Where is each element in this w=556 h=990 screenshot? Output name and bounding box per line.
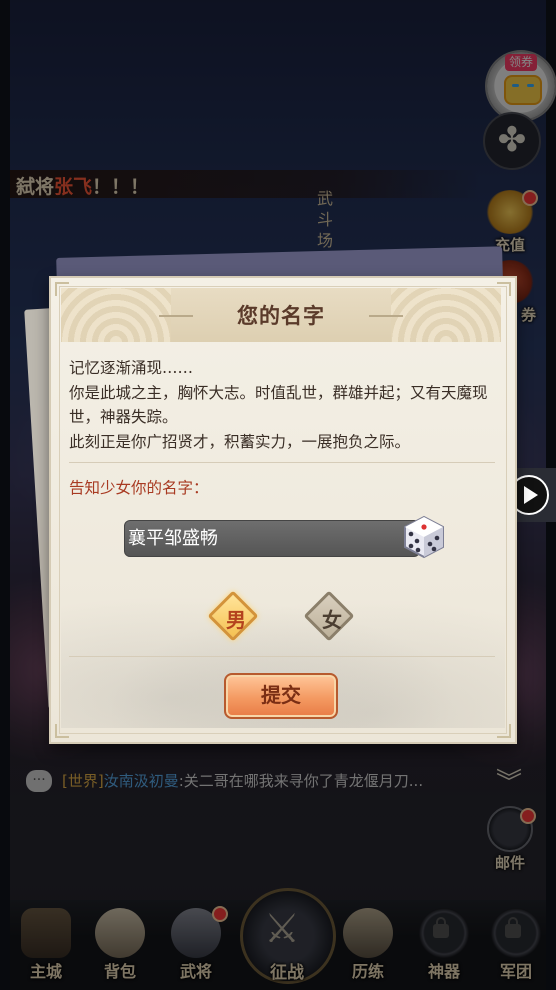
divider xyxy=(69,462,495,463)
submit-button[interactable]: 提交 xyxy=(224,673,338,719)
gender-male-button[interactable]: 男 xyxy=(207,590,259,642)
name-prompt: 告知少女你的名字： xyxy=(69,479,209,497)
dice-icon[interactable] xyxy=(401,514,447,560)
name-input[interactable] xyxy=(124,520,420,557)
dialog-header: 您的名字 xyxy=(61,288,501,342)
story-text: 记忆逐渐涌现…… 你是此城之主，胸怀大志。时值乱世，群雄并起；又有天魔现世，神器… xyxy=(69,359,488,451)
name-dialog: 您的名字 记忆逐渐涌现…… 你是此城之主，胸怀大志。时值乱世，群雄并起；又有天魔… xyxy=(49,276,517,744)
divider xyxy=(69,656,495,657)
dialog-title: 您的名字 xyxy=(237,303,325,328)
gender-female-button[interactable]: 女 xyxy=(303,590,355,642)
